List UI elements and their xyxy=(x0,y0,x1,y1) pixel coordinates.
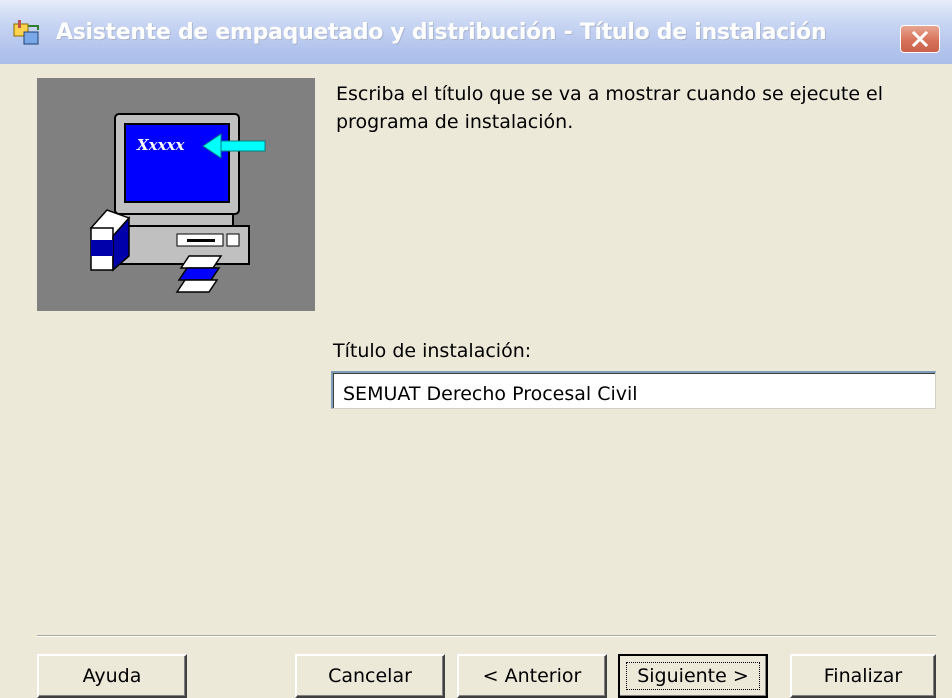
screen-text: Xxxxx xyxy=(136,136,185,154)
help-button[interactable]: Ayuda xyxy=(37,654,187,698)
back-button[interactable]: < Anterior xyxy=(457,654,607,698)
computer-setup-icon: Xxxxx xyxy=(89,113,266,293)
wizard-illustration: Xxxxx xyxy=(37,78,315,311)
close-icon xyxy=(911,31,929,47)
finish-button[interactable]: Finalizar xyxy=(790,654,936,698)
help-button-label: Ayuda xyxy=(82,665,142,687)
install-title-input[interactable] xyxy=(331,371,936,409)
next-button[interactable]: Siguiente > xyxy=(618,654,768,698)
instructions-text: Escriba el título que se va a mostrar cu… xyxy=(336,83,884,133)
title-bar[interactable]: Asistente de empaquetado y distribución … xyxy=(0,0,952,64)
window-title: Asistente de empaquetado y distribución … xyxy=(56,20,827,45)
install-title-label: Título de instalación: xyxy=(333,340,532,362)
back-button-label: < Anterior xyxy=(482,665,582,687)
close-button[interactable] xyxy=(900,25,940,53)
wizard-window: Asistente de empaquetado y distribución … xyxy=(0,0,952,698)
finish-button-label: Finalizar xyxy=(823,665,903,687)
cancel-button-label: Cancelar xyxy=(328,665,412,687)
cancel-button[interactable]: Cancelar xyxy=(295,654,445,698)
package-wizard-icon xyxy=(12,20,42,48)
button-separator xyxy=(37,635,936,637)
next-button-label: Siguiente > xyxy=(626,662,760,690)
